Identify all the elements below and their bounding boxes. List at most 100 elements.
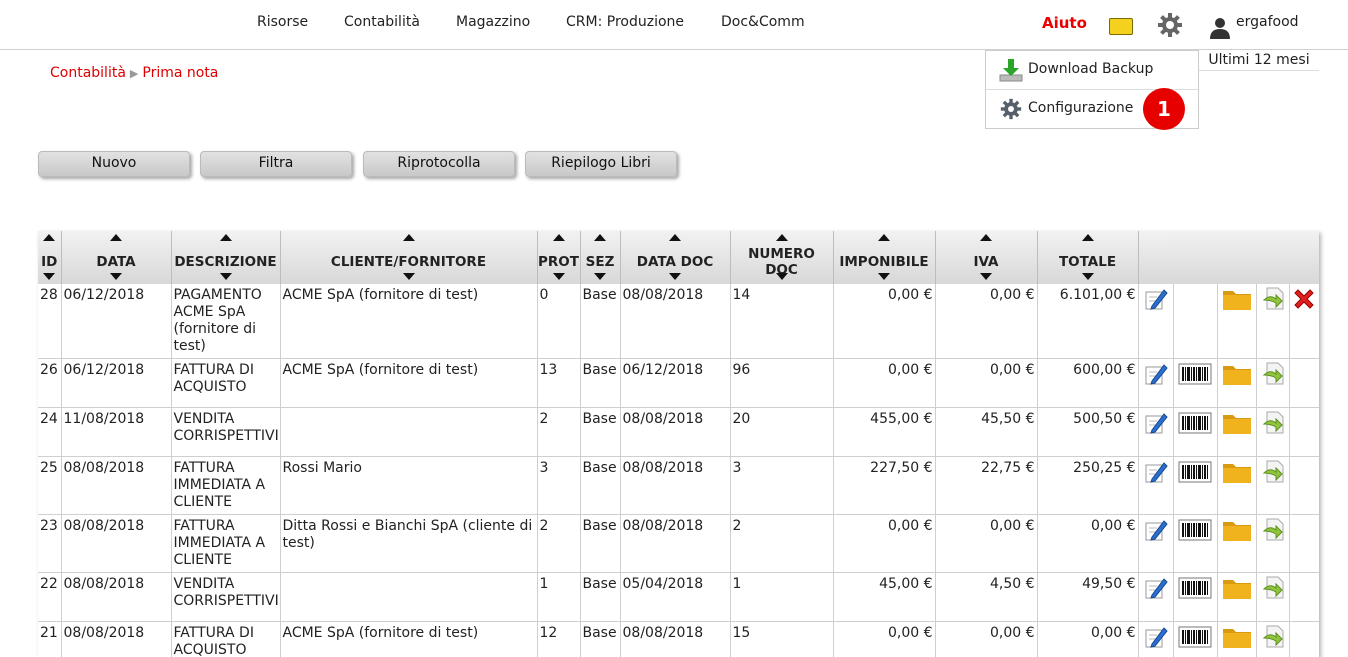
- edit-icon[interactable]: [1143, 575, 1169, 599]
- menu-crm-produzione[interactable]: CRM: Produzione: [566, 14, 684, 30]
- cell-id: 25: [38, 456, 62, 515]
- export-icon[interactable]: [1260, 517, 1286, 541]
- sort-asc-icon[interactable]: [1081, 234, 1094, 241]
- top-bar: Risorse Contabilità Magazzino CRM: Produ…: [0, 0, 1348, 50]
- edit-icon[interactable]: [1143, 410, 1169, 434]
- user-icon[interactable]: [1208, 15, 1232, 39]
- column-header-document-date[interactable]: DATA DOC: [620, 231, 731, 284]
- renumber-button[interactable]: Riprotocolla: [363, 151, 515, 177]
- table-row[interactable]: 26 06/12/2018 FATTURA DI ACQUISTO ACME SpA …: [38, 358, 1319, 408]
- action-cell: [1217, 407, 1257, 457]
- menu-magazzino[interactable]: Magazzino: [456, 14, 530, 30]
- action-cell: [1138, 572, 1174, 622]
- barcode-icon[interactable]: [1178, 575, 1212, 599]
- table-row[interactable]: 23 08/08/2018 FATTURA IMMEDIATA A CLIENTE D…: [38, 514, 1319, 573]
- export-icon[interactable]: [1260, 624, 1286, 648]
- export-icon[interactable]: [1260, 286, 1286, 310]
- help-link[interactable]: Aiuto: [1042, 14, 1087, 32]
- column-header-section[interactable]: SEZ: [580, 231, 621, 284]
- sort-asc-icon[interactable]: [552, 234, 565, 241]
- filter-button[interactable]: Filtra: [200, 151, 352, 177]
- barcode-icon[interactable]: [1178, 410, 1212, 434]
- barcode-icon[interactable]: [1178, 624, 1212, 648]
- folder-icon[interactable]: [1222, 517, 1252, 541]
- cell-date: 06/12/2018: [61, 358, 172, 408]
- sort-asc-icon[interactable]: [402, 234, 415, 241]
- cell-customer-supplier: [280, 407, 538, 457]
- period-selector[interactable]: Ultimi 12 mesi: [1198, 50, 1319, 71]
- table-row[interactable]: 21 08/08/2018 FATTURA DI ACQUISTO ACME SpA …: [38, 621, 1319, 657]
- sort-desc-icon[interactable]: [775, 273, 788, 280]
- edit-icon[interactable]: [1143, 624, 1169, 648]
- sort-asc-icon[interactable]: [980, 234, 992, 241]
- sort-desc-icon[interactable]: [980, 273, 992, 280]
- sort-asc-icon[interactable]: [43, 234, 56, 241]
- cell-total: 250,25 €: [1037, 456, 1139, 515]
- folder-icon[interactable]: [1222, 624, 1252, 648]
- barcode-icon[interactable]: [1178, 459, 1212, 483]
- new-button[interactable]: Nuovo: [38, 151, 190, 177]
- sort-asc-icon[interactable]: [669, 234, 681, 241]
- export-icon[interactable]: [1260, 459, 1286, 483]
- cell-description: FATTURA DI ACQUISTO: [171, 358, 281, 408]
- sort-desc-icon[interactable]: [219, 273, 232, 280]
- sort-desc-icon[interactable]: [1081, 273, 1094, 280]
- column-header-document-number[interactable]: NUMERO DOC: [730, 231, 834, 284]
- sort-desc-icon[interactable]: [669, 273, 681, 280]
- export-icon[interactable]: [1260, 410, 1286, 434]
- column-header-protocol[interactable]: PROT: [537, 231, 581, 284]
- sort-asc-icon[interactable]: [219, 234, 232, 241]
- menu-contabilita[interactable]: Contabilità: [344, 14, 420, 30]
- table-row[interactable]: 22 08/08/2018 VENDITA CORRISPETTIVI 1 Base 05…: [38, 572, 1319, 622]
- menu-risorse[interactable]: Risorse: [257, 14, 308, 30]
- folder-icon[interactable]: [1222, 410, 1252, 434]
- books-summary-button[interactable]: Riepilogo Libri: [525, 151, 677, 177]
- edit-icon[interactable]: [1143, 459, 1169, 483]
- column-header-description[interactable]: DESCRIZIONE: [171, 231, 281, 284]
- folder-icon[interactable]: [1222, 575, 1252, 599]
- sort-desc-icon[interactable]: [402, 273, 415, 280]
- action-cell: [1217, 358, 1257, 408]
- sort-desc-icon[interactable]: [43, 273, 56, 280]
- sort-asc-icon[interactable]: [775, 234, 788, 241]
- sort-desc-icon[interactable]: [110, 273, 122, 280]
- edit-icon[interactable]: [1143, 286, 1169, 310]
- column-header-taxable[interactable]: IMPONIBILE: [833, 231, 936, 284]
- edit-icon[interactable]: [1143, 517, 1169, 541]
- column-header-date[interactable]: DATA: [61, 231, 172, 284]
- sort-desc-icon[interactable]: [594, 273, 606, 280]
- gear-icon[interactable]: [1157, 12, 1183, 38]
- folder-icon[interactable]: [1222, 361, 1252, 385]
- barcode-icon[interactable]: [1178, 361, 1212, 385]
- column-header-id[interactable]: ID: [38, 231, 62, 284]
- column-header-total[interactable]: TOTALE: [1037, 231, 1139, 284]
- barcode-icon[interactable]: [1178, 517, 1212, 541]
- sort-asc-icon[interactable]: [878, 234, 890, 241]
- table-row[interactable]: 24 11/08/2018 VENDITA CORRISPETTIVI 2 Base 08…: [38, 407, 1319, 457]
- action-cell: [1138, 456, 1174, 515]
- breadcrumb-section[interactable]: Contabilità: [50, 65, 126, 81]
- messages-icon[interactable]: [1109, 18, 1133, 35]
- sort-desc-icon[interactable]: [552, 273, 565, 280]
- column-header-vat[interactable]: IVA: [935, 231, 1038, 284]
- column-header-label: SEZ: [585, 253, 615, 270]
- cell-taxable: 455,00 €: [833, 407, 936, 457]
- folder-icon[interactable]: [1222, 459, 1252, 483]
- table-row[interactable]: 28 06/12/2018 PAGAMENTO ACME SpA (fornitor…: [38, 284, 1319, 359]
- download-backup-item[interactable]: Download Backup: [986, 51, 1198, 90]
- username[interactable]: ergafood: [1236, 14, 1299, 30]
- menu-doc-comm[interactable]: Doc&Comm: [721, 14, 805, 30]
- table-row[interactable]: 25 08/08/2018 FATTURA IMMEDIATA A CLIENTE R…: [38, 456, 1319, 515]
- folder-icon[interactable]: [1222, 286, 1252, 310]
- export-icon[interactable]: [1260, 575, 1286, 599]
- edit-icon[interactable]: [1143, 361, 1169, 385]
- action-column-header: [1138, 231, 1173, 284]
- sort-asc-icon[interactable]: [594, 234, 606, 241]
- column-header-customer-supplier[interactable]: CLIENTE/FORNITORE: [280, 231, 538, 284]
- export-icon[interactable]: [1260, 361, 1286, 385]
- action-cell: [1256, 284, 1290, 359]
- sort-asc-icon[interactable]: [110, 234, 122, 241]
- delete-icon[interactable]: [1291, 286, 1317, 309]
- sort-desc-icon[interactable]: [878, 273, 890, 280]
- table-body: 28 06/12/2018 PAGAMENTO ACME SpA (fornitor…: [38, 284, 1319, 657]
